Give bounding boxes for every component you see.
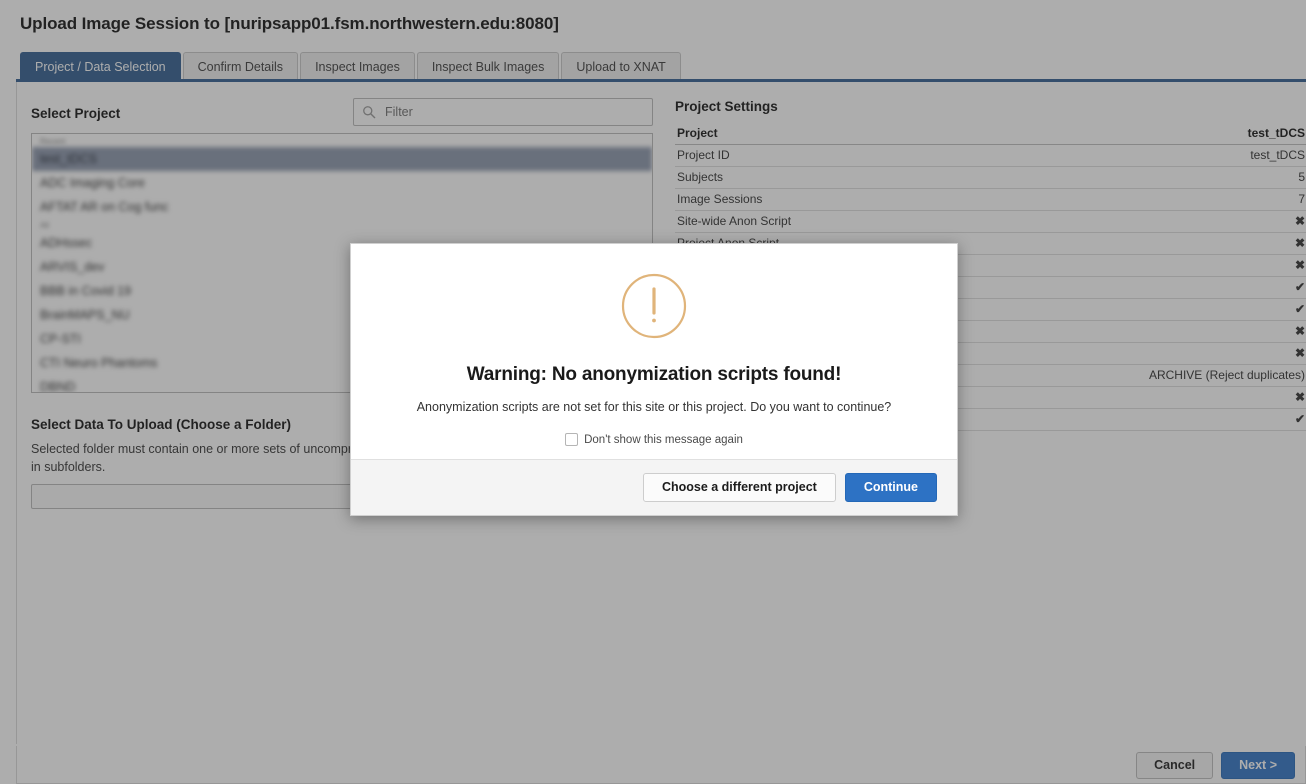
choose-different-project-button[interactable]: Choose a different project (642, 473, 836, 502)
dialog-body: Warning: No anonymization scripts found!… (351, 244, 957, 446)
dialog-message: Anonymization scripts are not set for th… (416, 400, 892, 414)
dialog-title: Warning: No anonymization scripts found! (466, 364, 842, 385)
dont-show-again-checkbox[interactable]: Don't show this message again (381, 433, 927, 446)
checkbox-box[interactable] (565, 433, 579, 446)
continue-button[interactable]: Continue (844, 473, 937, 502)
warning-exclamation-circle-icon (621, 273, 687, 339)
anonymization-warning-dialog: Warning: No anonymization scripts found!… (350, 243, 958, 516)
checkbox-label: Don't show this message again (584, 433, 743, 446)
dialog-footer: Choose a different project Continue (351, 459, 957, 515)
dialog-buttons: Choose a different project Continue (642, 473, 937, 502)
